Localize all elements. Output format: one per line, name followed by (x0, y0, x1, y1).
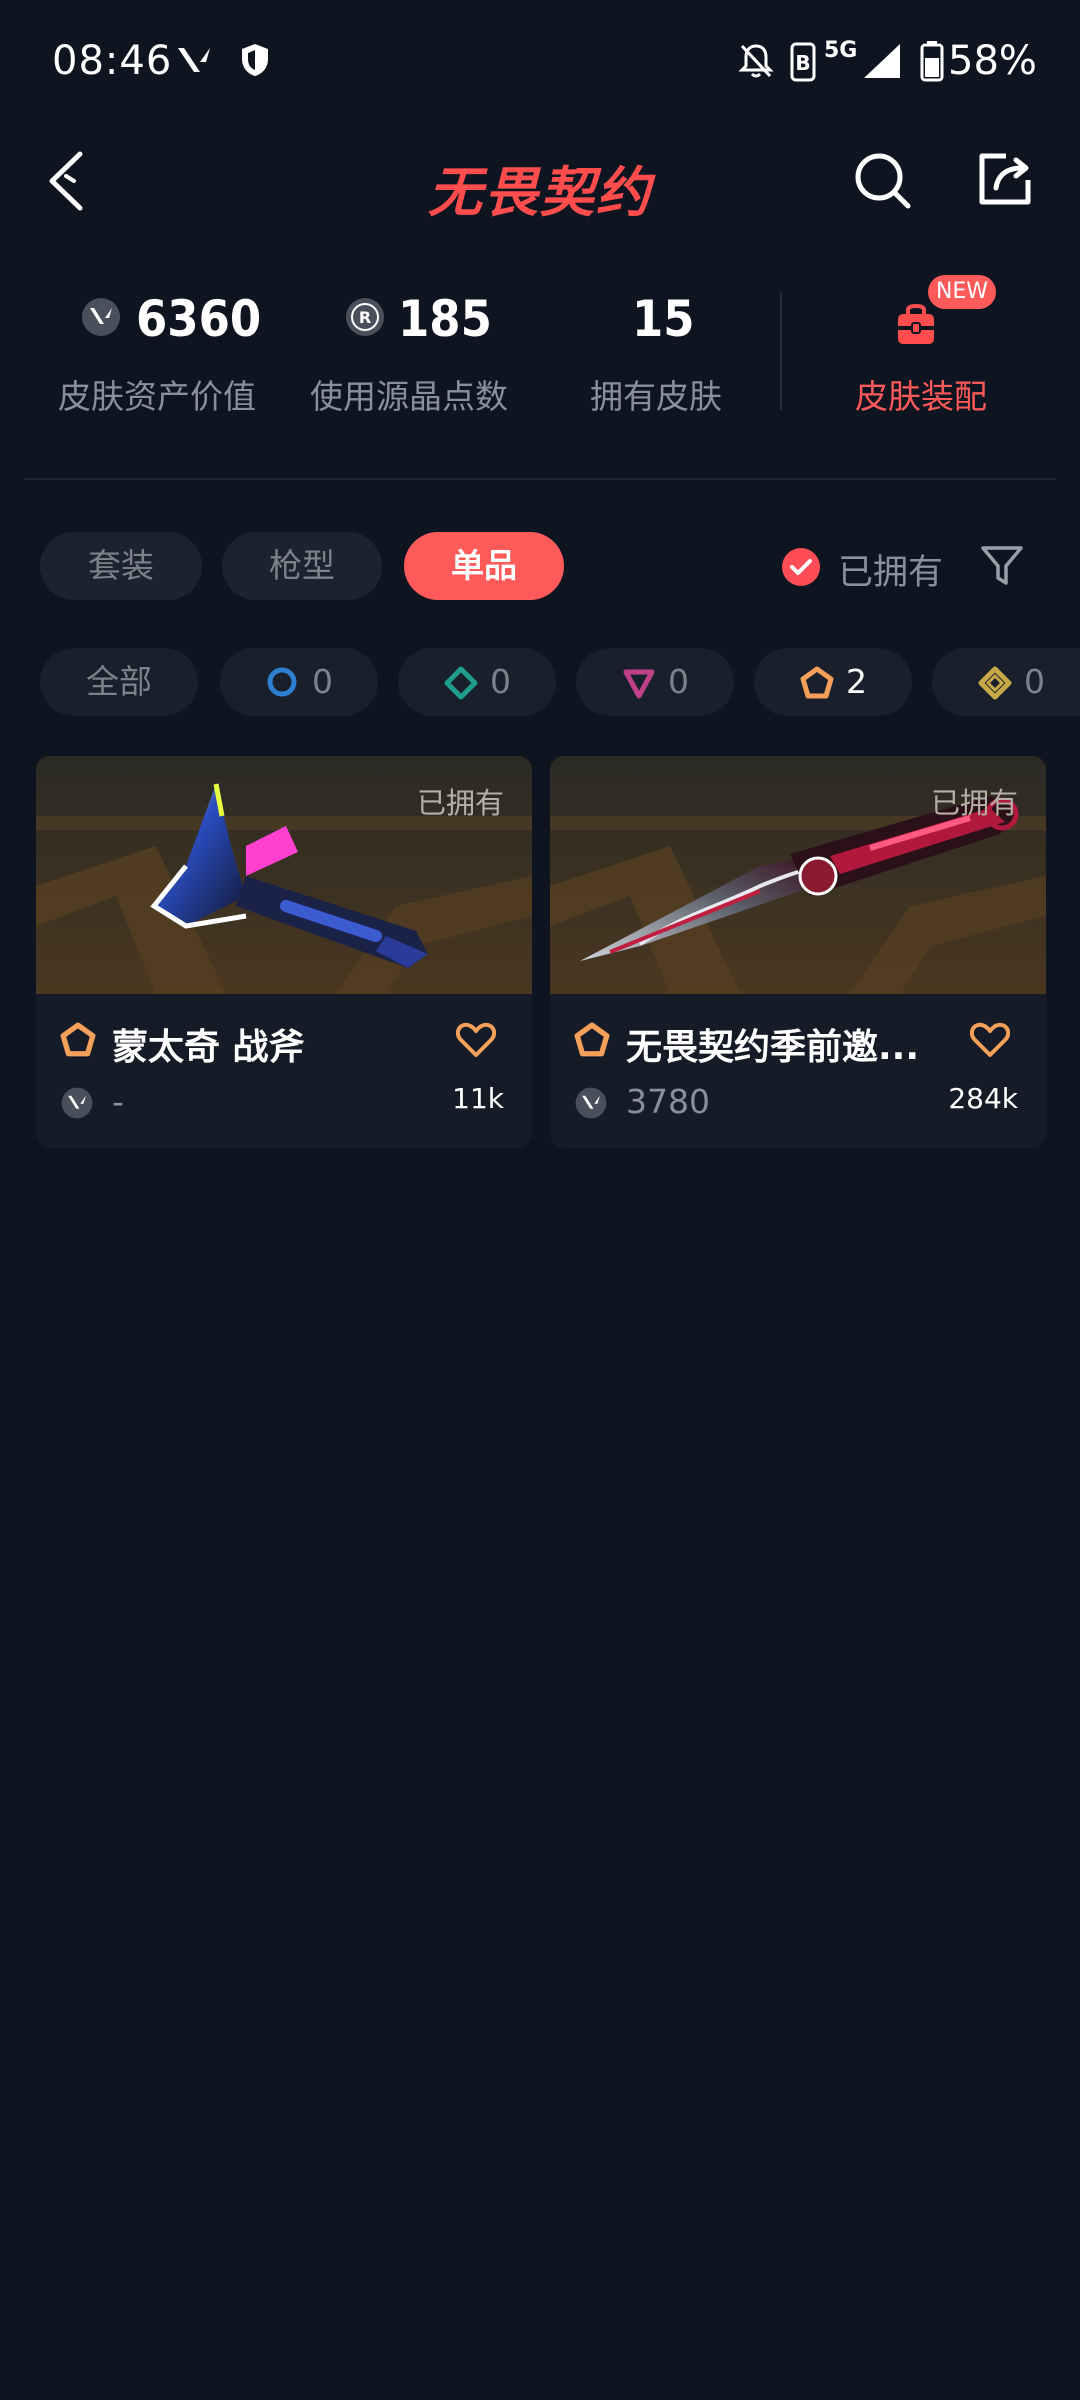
rarity-filter-ultra[interactable]: 0 (932, 648, 1080, 716)
outfit-bag-icon (898, 304, 934, 344)
rarity-filter-all[interactable]: 全部 (40, 648, 198, 716)
rarity-filter-deluxe[interactable]: 0 (398, 648, 556, 716)
network-type: 5G (824, 38, 858, 63)
exclusive-tier-icon (800, 666, 834, 699)
svg-text:B: B (795, 51, 810, 75)
rarity-count: 2 (846, 662, 867, 701)
skin-price: 3780 (626, 1082, 710, 1121)
stats-divider (780, 292, 782, 410)
rarity-filter-select[interactable]: 0 (220, 648, 378, 716)
shield-icon (242, 44, 268, 76)
ultra-tier-icon (978, 666, 1012, 700)
battery-icon (920, 41, 944, 82)
signal-icon (864, 44, 900, 78)
skin-name: 蒙太奇 战斧 (112, 1027, 305, 1068)
valorant-points-icon (82, 298, 120, 336)
section-divider (24, 478, 1056, 480)
rarity-count: 0 (312, 662, 333, 701)
skin-likes: 11k (452, 1082, 504, 1115)
owned-tag: 已拥有 (930, 786, 1018, 820)
radianite-points: 185 (398, 290, 492, 348)
new-badge: NEW (928, 275, 996, 309)
tab-single-item[interactable]: 单品 (404, 532, 564, 600)
share-icon[interactable] (976, 150, 1034, 208)
premium-tier-icon (623, 669, 655, 699)
svg-text:R: R (359, 308, 371, 327)
page-title: 无畏契约 (428, 161, 652, 224)
battery-percent: 58% (948, 38, 1037, 84)
rarity-count: 0 (1024, 662, 1045, 701)
heart-icon[interactable] (456, 1022, 496, 1058)
owned-tag: 已拥有 (416, 786, 504, 820)
rarity-count: 0 (668, 662, 689, 701)
skin-card[interactable]: 已拥有 蒙太奇 战斧 - 11k (36, 756, 532, 1148)
rarity-count: 0 (490, 662, 511, 701)
rarity-filter-premium[interactable]: 0 (576, 648, 734, 716)
valorant-points-icon (575, 1087, 607, 1119)
exclusive-tier-icon (60, 1022, 96, 1057)
skin-card[interactable]: 已拥有 无畏契约季前邀... 3780 284k (550, 756, 1046, 1148)
skin-name: 无畏契约季前邀... (626, 1027, 920, 1068)
owned-skins-count: 15 (632, 290, 695, 348)
skin-likes: 284k (948, 1082, 1018, 1115)
tab-weapon-type[interactable]: 枪型 (222, 532, 382, 600)
exclusive-tier-icon (574, 1022, 610, 1057)
rarity-filter-exclusive[interactable]: 2 (754, 648, 912, 716)
owned-filter-label: 已拥有 (838, 553, 944, 593)
filter-icon[interactable] (980, 545, 1024, 587)
heart-icon[interactable] (970, 1022, 1010, 1058)
skin-outfit-label: 皮肤装配 (855, 377, 987, 416)
owned-skins-label: 拥有皮肤 (590, 377, 722, 416)
valorant-points-icon (61, 1087, 93, 1119)
select-tier-icon (267, 667, 297, 697)
tab-bundles[interactable]: 套装 (40, 532, 202, 600)
status-bar: 08:46 B 5G 58% (0, 0, 1080, 120)
radianite-points-label: 使用源晶点数 (310, 377, 508, 416)
search-icon[interactable] (852, 150, 912, 210)
skin-price: - (112, 1082, 124, 1121)
nfc-icon: B (790, 42, 816, 82)
status-time: 08:46 (52, 38, 173, 84)
asset-value-label: 皮肤资产价值 (58, 377, 256, 416)
check-circle-icon (782, 548, 820, 586)
valorant-logo-icon (178, 48, 210, 72)
notifications-off-icon (738, 44, 774, 78)
deluxe-tier-icon (444, 666, 478, 700)
radianite-icon: R (346, 298, 384, 336)
asset-value: 6360 (136, 290, 262, 348)
